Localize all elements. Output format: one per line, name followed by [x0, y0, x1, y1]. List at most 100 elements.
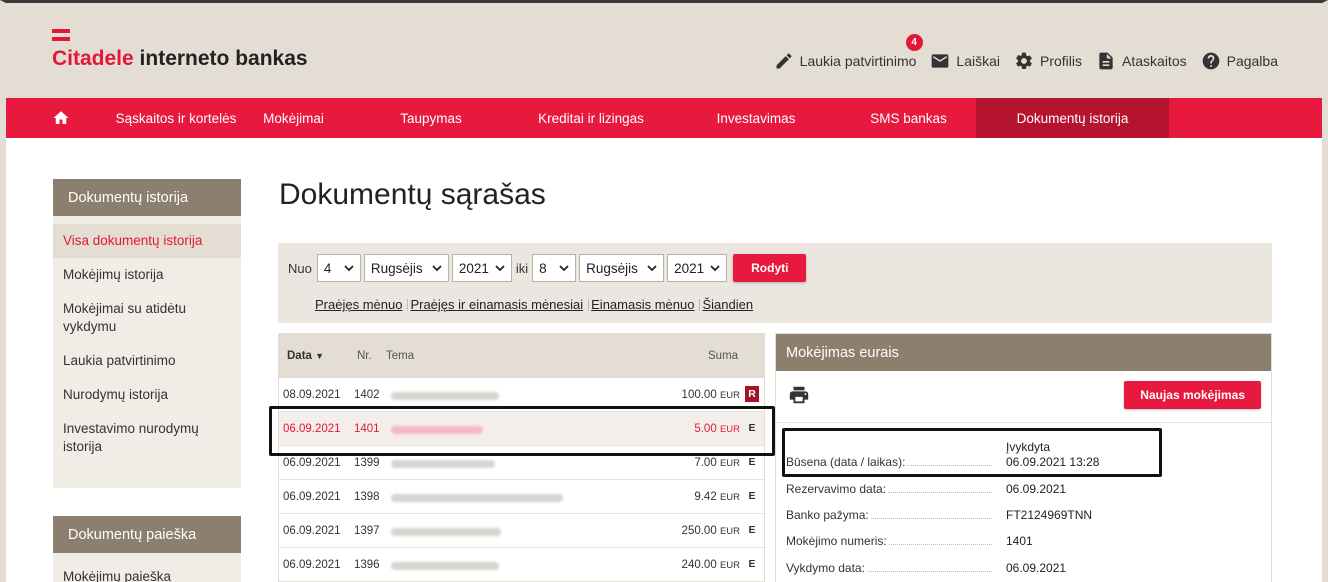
to-year-select[interactable]: 2021 — [667, 254, 728, 282]
table-row[interactable]: 06.09.2021 1397 250.00 EUR E — [279, 514, 764, 548]
to-month-value: Rugsėjis — [586, 260, 638, 276]
sidebar-search-title: Dokumentų paieška — [53, 516, 241, 553]
quick-last-and-current-month[interactable]: Praėjęs ir einamasis mėnesiai — [410, 297, 583, 312]
messages-label: Laiškai — [956, 53, 1000, 69]
pencil-icon — [776, 53, 792, 69]
detail-title: Mokėjimas eurais — [776, 334, 1271, 371]
nav-credits-leasing[interactable]: Kreditai ir lizingas — [511, 98, 671, 138]
payment-number-label: Mokėjimo numeris: — [786, 534, 887, 548]
execution-date-value: 06.09.2021 — [1006, 561, 1067, 575]
pending-count-badge: 4 — [905, 34, 923, 51]
row-currency: EUR — [719, 390, 740, 401]
row-date: 08.09.2021 — [283, 389, 341, 401]
quick-today[interactable]: Šiandien — [702, 297, 753, 312]
help-link[interactable]: Pagalba — [1201, 51, 1278, 71]
pending-approval-label: Laukia patvirtinimo — [799, 53, 917, 69]
row-nr: 1396 — [354, 559, 380, 571]
sidebar-history-panel: Dokumentų istorija Visa dokumentų istori… — [53, 179, 241, 488]
envelope-icon — [932, 54, 949, 68]
logo-subtitle: interneto bankas — [139, 47, 308, 70]
divider — [407, 298, 409, 311]
nav-savings[interactable]: Taupymas — [351, 98, 511, 138]
printer-icon — [789, 386, 809, 404]
sidebar-item-payment-history[interactable]: Mokėjimų istorija — [53, 258, 241, 292]
to-day-select[interactable]: 8 — [532, 254, 577, 282]
row-amount: 240.00 EUR — [682, 559, 740, 571]
print-button[interactable] — [788, 384, 810, 409]
quick-period-links: Praėjęs mėnuo Praėjęs ir einamasis mėnes… — [315, 297, 753, 312]
sort-by-date[interactable]: Data ▼ — [287, 350, 324, 362]
detail-row-execution-date: Vykdymo data: 06.09.2021 — [786, 561, 1256, 577]
from-month-value: Rugsėjis — [370, 260, 423, 276]
row-currency: EUR — [719, 560, 740, 571]
from-year-select[interactable]: 2021 — [451, 254, 512, 282]
pending-approval-link[interactable]: Laukia patvirtinimo 4 — [774, 34, 923, 71]
quick-last-month[interactable]: Praėjęs mėnuo — [315, 297, 402, 312]
row-amount-value: 240.00 — [681, 559, 717, 571]
show-button[interactable]: Rodyti — [733, 254, 807, 282]
sidebar-search-panel: Dokumentų paieška Mokėjimų paieška — [53, 516, 241, 582]
to-year-value: 2021 — [674, 260, 705, 276]
table-row[interactable]: 06.09.2021 1398 9.42 EUR E — [279, 480, 764, 514]
redacted-subject — [391, 494, 563, 502]
new-payment-button[interactable]: Naujas mokėjimas — [1124, 381, 1261, 409]
row-currency: EUR — [719, 458, 740, 469]
sort-desc-icon: ▼ — [315, 351, 325, 361]
row-amount-value: 100.00 — [681, 389, 717, 401]
bank-reference-label: Banko pažyma: — [786, 508, 869, 522]
profile-link[interactable]: Profilis — [1014, 51, 1082, 71]
logo-brand: Citadele — [52, 47, 134, 70]
browser-frame: Citadele interneto bankas Laukia patvirt… — [0, 0, 1328, 582]
nav-home[interactable] — [6, 98, 116, 138]
logo-mark-icon — [52, 29, 70, 43]
row-status-flag: E — [748, 490, 756, 502]
row-status-flag: R — [745, 386, 759, 402]
row-amount-value: 7.00 — [694, 457, 717, 469]
reports-link[interactable]: Ataskaitos — [1096, 51, 1187, 71]
date-filter-panel: Nuo 4 Rugsėjis 2021 iki 8 Rugsėjis 2021 … — [278, 243, 1272, 323]
sum-header: Suma — [708, 350, 739, 362]
row-amount: 7.00 EUR — [694, 457, 740, 469]
highlight-box-status — [782, 428, 1162, 477]
row-nr: 1398 — [354, 491, 380, 503]
divider — [699, 298, 701, 311]
document-icon — [1099, 52, 1113, 70]
chevron-down-icon — [710, 264, 720, 271]
row-date: 06.09.2021 — [283, 559, 341, 571]
sidebar-item-all-history[interactable]: Visa dokumentų istorija — [53, 224, 241, 258]
chevron-down-icon — [344, 264, 354, 271]
from-month-select[interactable]: Rugsėjis — [363, 254, 449, 282]
messages-link[interactable]: Laiškai — [930, 51, 1000, 71]
from-day-value: 4 — [323, 260, 332, 276]
detail-row-bank-reference: Banko pažyma: FT2124969TNN — [786, 508, 1256, 524]
divider — [776, 422, 1271, 423]
sidebar-item-payment-search[interactable]: Mokėjimų paieška — [53, 560, 241, 582]
to-month-select[interactable]: Rugsėjis — [579, 254, 665, 282]
execution-date-label: Vykdymo data: — [786, 561, 865, 575]
nav-payments[interactable]: Mokėjimai — [236, 98, 351, 138]
nav-accounts-cards[interactable]: Sąskaitos ir kortelės — [116, 98, 237, 138]
sidebar-item-pending-approval[interactable]: Laukia patvirtinimo — [53, 344, 241, 378]
sidebar-item-deferred-payments[interactable]: Mokėjimai su atidėtu vykdymu — [53, 292, 241, 344]
row-date: 06.09.2021 — [283, 525, 341, 537]
row-status-flag: E — [748, 524, 756, 536]
row-nr: 1399 — [354, 457, 380, 469]
nr-header: Nr. — [357, 350, 372, 362]
logo[interactable]: Citadele interneto bankas — [52, 29, 308, 71]
home-icon — [53, 111, 69, 124]
from-day-select[interactable]: 4 — [316, 254, 361, 282]
redacted-subject — [391, 562, 499, 570]
row-status-flag: E — [748, 456, 756, 468]
quick-current-month[interactable]: Einamasis mėnuo — [591, 297, 694, 312]
nav-investing[interactable]: Investavimas — [671, 98, 841, 138]
table-row[interactable]: 06.09.2021 1396 240.00 EUR E — [279, 548, 764, 582]
reservation-date-label: Rezervavimo data: — [786, 482, 887, 496]
row-nr: 1397 — [354, 525, 380, 537]
sidebar-item-investment-history[interactable]: Investavimo nurodymų istorija — [53, 412, 241, 464]
sidebar-item-instruction-history[interactable]: Nurodymų istorija — [53, 378, 241, 412]
highlight-box-selected-row — [269, 406, 775, 456]
reports-label: Ataskaitos — [1122, 53, 1187, 69]
row-currency: EUR — [719, 526, 740, 537]
nav-document-history[interactable]: Dokumentų istorija — [976, 98, 1169, 138]
nav-sms-bank[interactable]: SMS bankas — [841, 98, 976, 138]
